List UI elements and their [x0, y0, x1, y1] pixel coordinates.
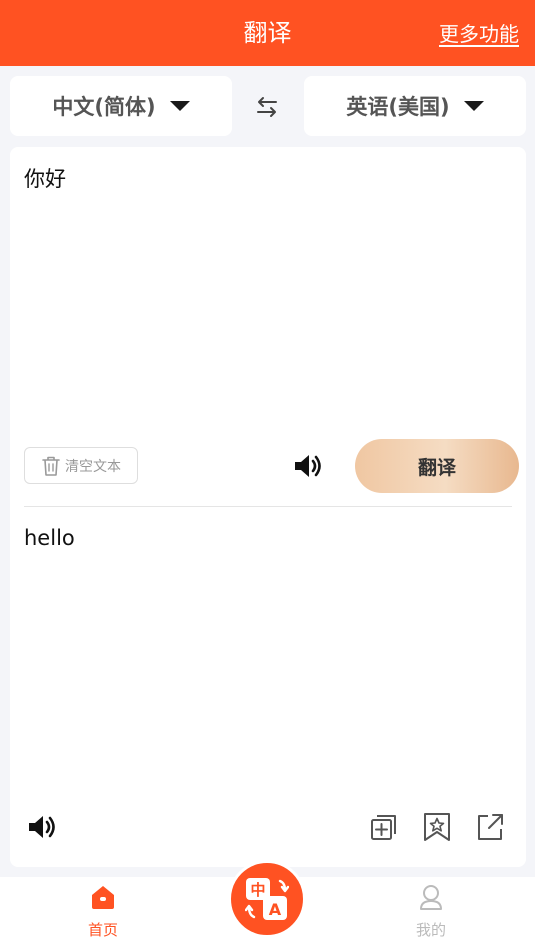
share-icon[interactable] [475, 812, 505, 842]
translation-card: 你好 清空文本 翻译 hello [10, 147, 526, 867]
tab-mine[interactable]: 我的 [371, 877, 491, 951]
translate-button[interactable]: 翻译 [355, 439, 519, 493]
clear-text-button[interactable]: 清空文本 [24, 447, 138, 484]
swap-arrows-icon[interactable] [252, 92, 282, 122]
translation-result-text: hello [24, 526, 75, 550]
home-icon [92, 886, 114, 909]
translate-icon-han: 中 [250, 881, 265, 899]
tab-mine-label: 我的 [415, 921, 446, 939]
clear-text-label: 清空文本 [65, 458, 121, 475]
translate-icon-latin: A [269, 900, 282, 919]
target-language-label: 英语(美国) [346, 95, 450, 119]
more-features-link[interactable]: 更多功能 [439, 18, 519, 47]
tab-home-label: 首页 [87, 921, 118, 939]
user-icon [420, 885, 442, 910]
panel-divider [24, 506, 512, 507]
source-language-select[interactable]: 中文(简体) [10, 76, 232, 136]
speaker-icon[interactable] [292, 450, 324, 482]
target-language-select[interactable]: 英语(美国) [304, 76, 526, 136]
translate-icon: 中 A [245, 878, 289, 920]
caret-down-icon [463, 101, 484, 111]
source-language-label: 中文(简体) [52, 95, 156, 119]
source-text-input[interactable]: 你好 [24, 163, 66, 193]
copy-add-icon[interactable] [369, 812, 399, 842]
trash-icon [42, 456, 60, 476]
bookmark-star-icon[interactable] [422, 812, 452, 842]
app-header: 翻译 更多功能 [0, 0, 535, 66]
caret-down-icon [169, 101, 190, 111]
speaker-icon[interactable] [26, 811, 58, 843]
fab-translate-button[interactable]: 中 A [228, 860, 306, 938]
tab-home[interactable]: 首页 [43, 877, 163, 951]
